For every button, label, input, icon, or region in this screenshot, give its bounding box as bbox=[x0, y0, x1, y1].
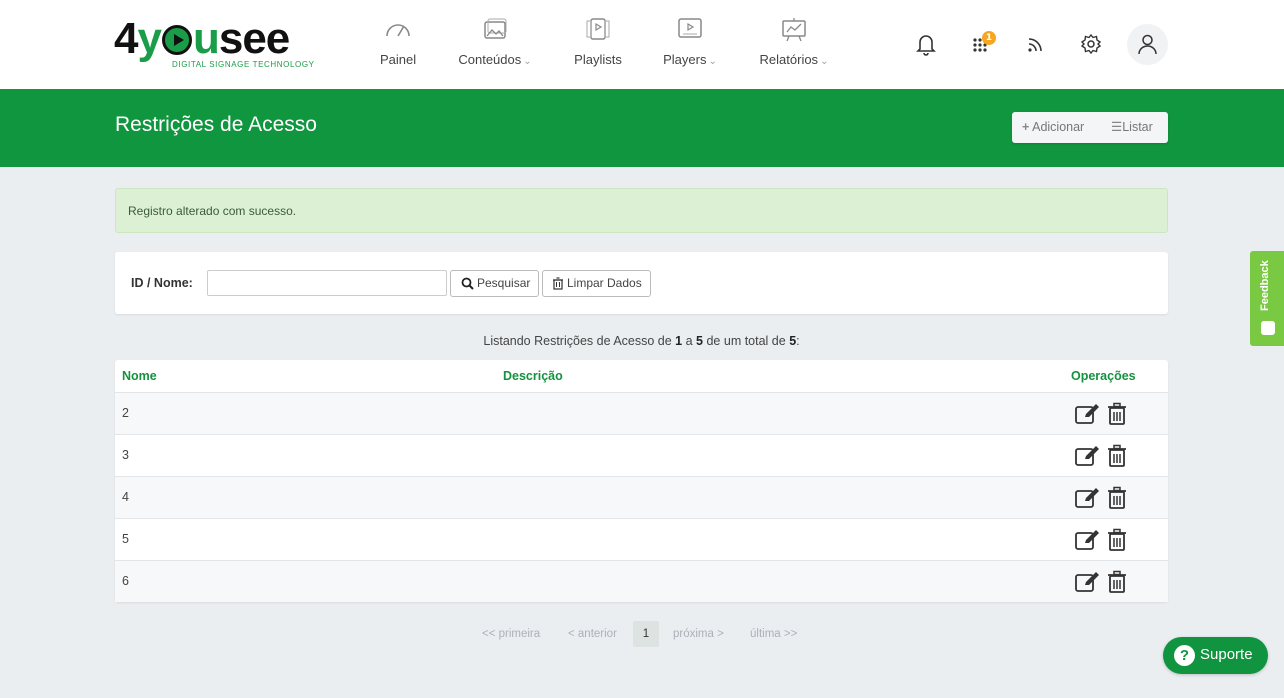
success-alert: Registro alterado com sucesso. bbox=[115, 188, 1168, 233]
bell-icon[interactable] bbox=[912, 30, 940, 58]
search-button[interactable]: Pesquisar bbox=[450, 270, 539, 297]
edit-icon[interactable] bbox=[1074, 528, 1100, 552]
delete-icon[interactable] bbox=[1106, 486, 1132, 510]
brand-logo[interactable]: 4y usee DIGITAL SIGNAGE TECHNOLOGY bbox=[114, 14, 314, 74]
row-name: 6 bbox=[122, 574, 129, 588]
question-icon: ? bbox=[1174, 645, 1195, 666]
column-header-description[interactable]: Descrição bbox=[503, 369, 563, 383]
user-avatar[interactable] bbox=[1127, 24, 1168, 65]
support-button[interactable]: ? Suporte bbox=[1163, 637, 1268, 674]
clear-button[interactable]: Limpar Dados bbox=[542, 270, 651, 297]
edit-icon[interactable] bbox=[1074, 486, 1100, 510]
list-button[interactable]: ☰Listar bbox=[1111, 112, 1153, 143]
add-button[interactable]: + Adicionar bbox=[1022, 112, 1084, 143]
play-logo-icon bbox=[161, 25, 192, 55]
player-icon bbox=[678, 18, 702, 38]
row-name: 5 bbox=[122, 532, 129, 546]
brand-tagline: DIGITAL SIGNAGE TECHNOLOGY bbox=[172, 60, 315, 69]
pagination-first[interactable]: << primeira bbox=[482, 621, 540, 647]
nav-label: Relatórios bbox=[759, 52, 819, 67]
feedback-label: Feedback bbox=[1259, 260, 1271, 311]
feedback-tab[interactable]: Feedback bbox=[1250, 251, 1284, 346]
header-button-group: + Adicionar ☰Listar bbox=[1012, 112, 1168, 143]
delete-icon[interactable] bbox=[1106, 402, 1132, 426]
nav-label: Playlists bbox=[574, 52, 622, 67]
edit-icon[interactable] bbox=[1074, 402, 1100, 426]
delete-icon[interactable] bbox=[1106, 444, 1132, 468]
images-icon bbox=[484, 18, 507, 39]
nav-item-painel[interactable]: Painel bbox=[380, 16, 416, 76]
search-input[interactable] bbox=[207, 270, 447, 296]
user-icon bbox=[1138, 34, 1157, 55]
table-row: 2 bbox=[115, 392, 1168, 434]
alert-message: Registro alterado com sucesso. bbox=[128, 204, 297, 218]
nav-label: Players bbox=[663, 52, 707, 67]
list-icon: ☰ bbox=[1111, 120, 1123, 134]
rss-icon[interactable] bbox=[1022, 30, 1050, 58]
trash-icon bbox=[553, 277, 563, 290]
pagination-last[interactable]: última >> bbox=[750, 621, 797, 647]
brand-wordmark: 4y usee bbox=[114, 14, 290, 63]
nav-label: Painel bbox=[380, 52, 417, 67]
nav-label: Conteúdos bbox=[458, 52, 522, 67]
plus-icon: + bbox=[1022, 120, 1030, 134]
playlist-icon bbox=[586, 18, 610, 40]
pagination-prev[interactable]: < anterior bbox=[568, 621, 617, 647]
smiley-icon bbox=[1261, 321, 1275, 335]
column-header-operations: Operações bbox=[1071, 369, 1136, 383]
page-title: Restrições de Acesso bbox=[115, 113, 317, 136]
search-label: ID / Nome: bbox=[131, 276, 193, 290]
chevron-down-icon: ⌄ bbox=[708, 56, 717, 67]
nav-item-players[interactable]: Players ⌄ bbox=[661, 16, 719, 76]
table-row: 4 bbox=[115, 476, 1168, 518]
report-icon bbox=[782, 18, 806, 42]
nav-item-playlists[interactable]: Playlists bbox=[574, 16, 622, 76]
support-label: Suporte bbox=[1200, 646, 1253, 663]
search-panel: ID / Nome: Pesquisar Limpar Dados bbox=[115, 252, 1168, 314]
nav-item-conteudos[interactable]: Conteúdos ⌄ bbox=[455, 16, 535, 76]
pagination-current-page[interactable]: 1 bbox=[633, 621, 659, 647]
search-icon bbox=[461, 277, 474, 290]
edit-icon[interactable] bbox=[1074, 444, 1100, 468]
table-row: 6 bbox=[115, 560, 1168, 602]
listing-summary: Listando Restrições de Acesso de 1 a 5 d… bbox=[483, 334, 800, 348]
nav-item-relatorios[interactable]: Relatórios ⌄ bbox=[757, 16, 831, 76]
column-header-name[interactable]: Nome bbox=[122, 369, 157, 383]
row-name: 2 bbox=[122, 406, 129, 420]
gauge-icon bbox=[386, 24, 410, 37]
chevron-down-icon: ⌄ bbox=[820, 56, 829, 67]
gear-icon[interactable] bbox=[1077, 30, 1105, 58]
top-navbar: 4y usee DIGITAL SIGNAGE TECHNOLOGY Painel… bbox=[0, 0, 1284, 89]
data-table: Nome Descrição Operações 2 3 4 5 6 bbox=[115, 360, 1168, 602]
row-name: 3 bbox=[122, 448, 129, 462]
notification-badge: 1 bbox=[982, 31, 996, 45]
pagination-next[interactable]: próxima > bbox=[673, 621, 724, 647]
delete-icon[interactable] bbox=[1106, 570, 1132, 594]
table-row: 3 bbox=[115, 434, 1168, 476]
row-name: 4 bbox=[122, 490, 129, 504]
table-row: 5 bbox=[115, 518, 1168, 560]
delete-icon[interactable] bbox=[1106, 528, 1132, 552]
chevron-down-icon: ⌄ bbox=[523, 56, 532, 67]
edit-icon[interactable] bbox=[1074, 570, 1100, 594]
